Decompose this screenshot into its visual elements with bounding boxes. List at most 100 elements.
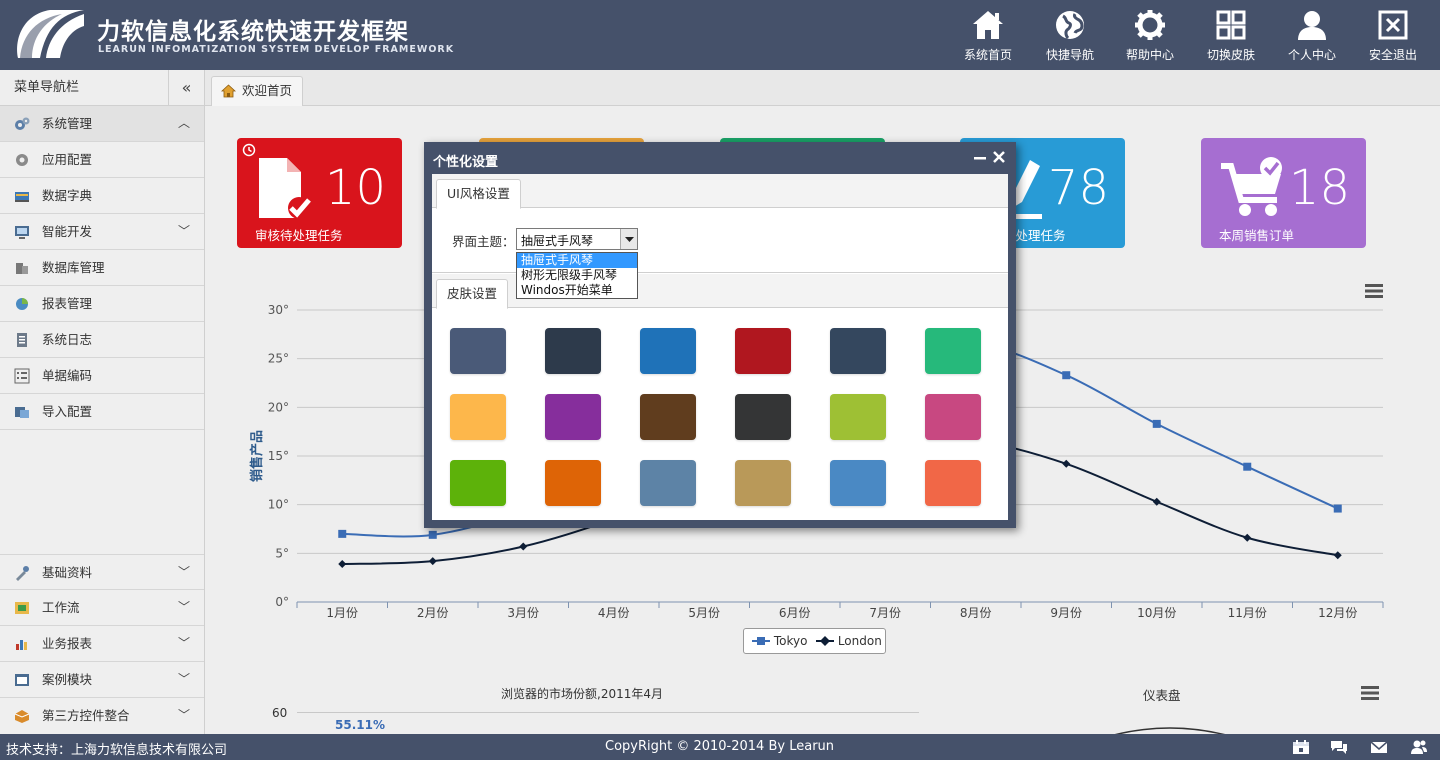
sidebar-item-smart-dev[interactable]: 智能开发 ﹀ — [0, 214, 204, 250]
sidebar-item-import[interactable]: 导入配置 — [0, 394, 204, 430]
point-tokyo — [1062, 371, 1071, 380]
tab-bar: 欢迎首页 — [205, 70, 1440, 106]
sidebar-item-workflow[interactable]: 工作流 ﹀ — [0, 590, 204, 626]
skin-swatch[interactable] — [925, 394, 981, 440]
sidebar-item-label: 业务报表 — [42, 636, 93, 651]
sidebar-item-biz-reports[interactable]: 业务报表 ﹀ — [0, 626, 204, 662]
users-icon[interactable] — [1410, 739, 1428, 755]
skin-swatch[interactable] — [450, 394, 506, 440]
nav-shortcuts[interactable]: 快捷导航 — [1030, 6, 1110, 64]
sidebar-item-label: 系统日志 — [42, 332, 93, 347]
workflow-icon — [15, 602, 29, 614]
nav-profile-label: 个人中心 — [1287, 48, 1336, 62]
gauge-arc — [1115, 727, 1225, 734]
nav-help[interactable]: 帮助中心 — [1110, 6, 1190, 64]
tab-home-label: 欢迎首页 — [242, 83, 293, 98]
nav-skin[interactable]: 切换皮肤 — [1191, 6, 1271, 64]
sidebar-item-label: 基础资料 — [42, 565, 93, 580]
x-tick-label: 8月份 — [960, 606, 992, 620]
skin-swatch[interactable] — [830, 394, 886, 440]
skin-swatch[interactable] — [450, 328, 506, 374]
y-tick-label: 25° — [268, 352, 289, 366]
legend-label: London — [837, 634, 882, 648]
plugin-icon — [14, 710, 30, 723]
double-chevron-left-icon[interactable]: « — [168, 70, 204, 106]
x-tick-label: 12月份 — [1318, 606, 1357, 620]
sidebar-item-database[interactable]: 数据库管理 — [0, 250, 204, 286]
sidebar-item-label: 单据编码 — [42, 368, 93, 383]
app-subtitle: LEARUN INFOMATIZATION SYSTEM DEVELOP FRA… — [98, 44, 455, 55]
sidebar-item-app-config[interactable]: 应用配置 — [0, 142, 204, 178]
skin-swatch[interactable] — [640, 394, 696, 440]
chart-menu-icon[interactable] — [1365, 284, 1383, 298]
point-tokyo — [1243, 462, 1252, 471]
nav-home-label: 系统首页 — [963, 48, 1012, 62]
tools-icon — [16, 566, 29, 581]
skin-swatch[interactable] — [735, 460, 791, 506]
minimize-icon[interactable] — [972, 148, 988, 166]
dropdown-button[interactable] — [620, 229, 637, 249]
skin-swatch[interactable] — [925, 460, 981, 506]
sidebar-item-doc-code[interactable]: 单据编码 — [0, 358, 204, 394]
nav-home[interactable]: 系统首页 — [948, 6, 1028, 64]
y-tick-label: 15° — [268, 449, 289, 463]
sidebar-header: 菜单导航栏 « — [0, 70, 204, 106]
sidebar-item-label: 导入配置 — [42, 404, 93, 419]
sidebar-item-cases[interactable]: 案例模块 ﹀ — [0, 662, 204, 698]
skin-swatch[interactable] — [545, 328, 601, 374]
theme-option[interactable]: Windos开始菜单 — [517, 283, 637, 298]
theme-select[interactable]: 抽屉式手风琴 — [516, 228, 638, 250]
skin-swatch[interactable] — [640, 328, 696, 374]
chat-icon[interactable] — [1330, 739, 1348, 755]
skin-swatch[interactable] — [830, 328, 886, 374]
sidebar-item-label: 数据字典 — [42, 188, 93, 203]
skin-swatch[interactable] — [735, 328, 791, 374]
tab-skin[interactable]: 皮肤设置 — [436, 279, 509, 309]
legend-item-london[interactable]: London — [816, 634, 882, 648]
legend-item-tokyo[interactable]: Tokyo — [752, 634, 807, 648]
ui-style-header: UI风格设置 — [432, 174, 1008, 209]
report-icon — [16, 298, 28, 310]
sidebar-title: 菜单导航栏 — [14, 80, 80, 95]
calendar-icon[interactable] — [1292, 739, 1310, 755]
skin-swatch[interactable] — [640, 460, 696, 506]
skin-swatch[interactable] — [925, 328, 981, 374]
x-tick-label: 6月份 — [779, 606, 811, 620]
skin-swatch[interactable] — [545, 394, 601, 440]
skin-swatch[interactable] — [545, 460, 601, 506]
x-tick-label: 10月份 — [1137, 606, 1176, 620]
chevron-down-icon: ﹀ — [177, 600, 190, 614]
y-tick-label: 20° — [268, 400, 289, 414]
close-icon[interactable] — [991, 148, 1007, 166]
point-london — [1243, 533, 1252, 542]
nav-logout-label: 安全退出 — [1368, 48, 1417, 62]
point-london — [338, 560, 347, 569]
nav-logout[interactable]: 安全退出 — [1353, 6, 1433, 64]
skin-swatch[interactable] — [735, 394, 791, 440]
mail-icon[interactable] — [1370, 739, 1388, 755]
tab-home[interactable]: 欢迎首页 — [211, 76, 304, 106]
skin-swatch[interactable] — [830, 460, 886, 506]
sidebar-item-reports[interactable]: 报表管理 — [0, 286, 204, 322]
sidebar-item-third-party[interactable]: 第三方控件整合 ﹀ — [0, 698, 204, 734]
gauge-menu-icon[interactable] — [1361, 686, 1379, 700]
sidebar-item-logs[interactable]: 系统日志 — [0, 322, 204, 358]
nav-profile[interactable]: 个人中心 — [1272, 6, 1352, 64]
skin-swatch[interactable] — [450, 460, 506, 506]
home-icon — [221, 84, 236, 98]
chevron-down-icon — [625, 237, 634, 242]
x-tick-label: 1月份 — [326, 606, 358, 620]
chevron-up-icon: ︿ — [177, 116, 190, 130]
sidebar-item-label: 报表管理 — [42, 296, 93, 311]
exit-icon — [1378, 10, 1408, 40]
list-icon — [14, 368, 30, 384]
support-text: 技术支持：上海力软信息技术有限公司 — [6, 743, 228, 758]
sidebar-item-system[interactable]: 系统管理 ︿ — [0, 106, 204, 142]
sidebar-item-basic-data[interactable]: 基础资料 ﹀ — [0, 554, 204, 590]
legend-marker-tokyo — [752, 637, 770, 645]
sidebar-item-dictionary[interactable]: 数据字典 — [0, 178, 204, 214]
tab-ui-style[interactable]: UI风格设置 — [436, 179, 521, 209]
import-icon — [15, 407, 29, 418]
theme-option[interactable]: 抽屉式手风琴 — [517, 253, 637, 268]
theme-option[interactable]: 树形无限级手风琴 — [517, 268, 637, 283]
